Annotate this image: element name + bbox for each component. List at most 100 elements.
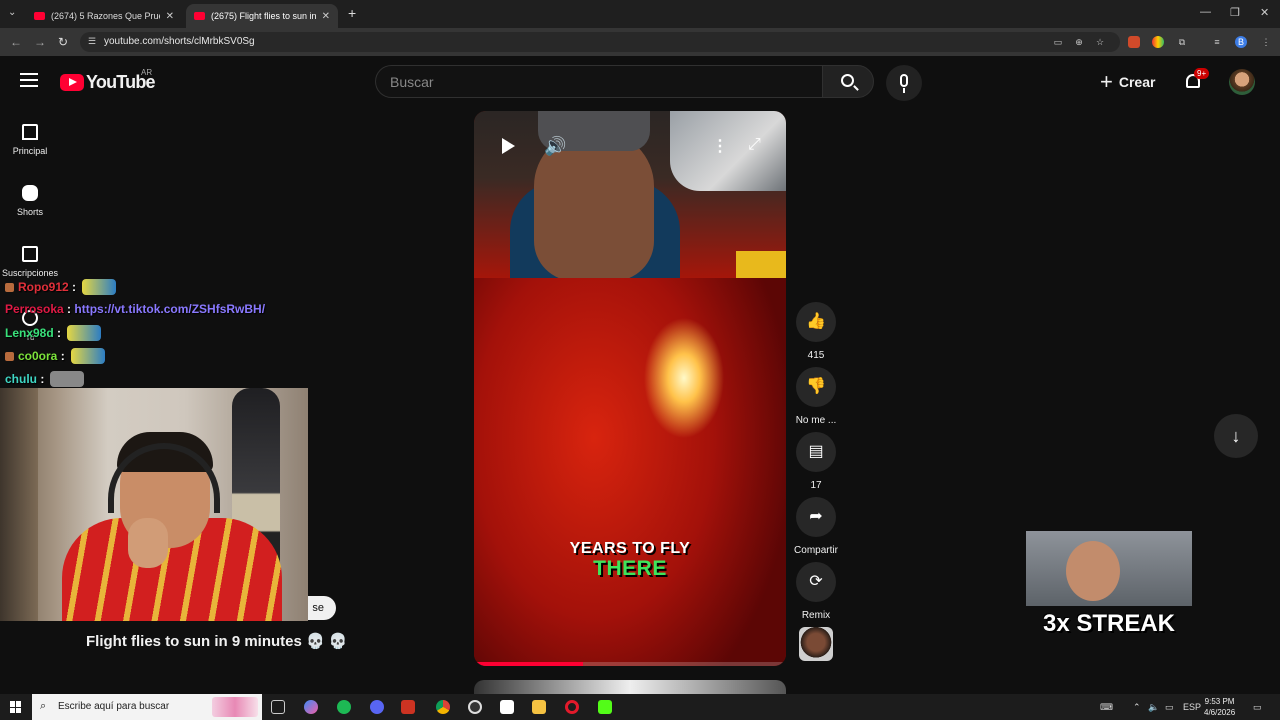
tab-close-icon[interactable]: ✕ xyxy=(322,11,330,22)
short-title: Flight flies to sun in 9 minutes 💀 💀 xyxy=(86,633,348,650)
opera-icon[interactable] xyxy=(565,700,579,714)
spotify-icon[interactable] xyxy=(337,700,351,714)
share-button[interactable]: ➦ Compartir xyxy=(794,497,838,556)
search-highlight-image xyxy=(212,697,258,717)
chat-message: Lenx98d : xyxy=(5,325,102,341)
address-bar-row: ← → ↻ ☰ youtube.com/shorts/clMrbkSV0Sg ▭… xyxy=(0,28,1280,56)
notification-center-icon[interactable]: ▭ xyxy=(1253,702,1262,713)
app-icon[interactable] xyxy=(500,700,514,714)
chat-username: Ropo912 xyxy=(18,280,69,294)
like-button[interactable]: 👍 415 xyxy=(794,302,838,361)
extensions-puzzle-icon[interactable]: ⧉ xyxy=(1176,36,1188,48)
progress-fill xyxy=(474,662,584,666)
forward-icon[interactable]: → xyxy=(34,35,46,49)
reading-list-icon[interactable]: ≡ xyxy=(1211,36,1223,48)
country-code: AR xyxy=(141,68,153,77)
network-icon[interactable]: ▭ xyxy=(1165,702,1174,713)
youtube-logo[interactable]: YouTube AR xyxy=(60,68,156,93)
tab-search-icon[interactable]: ⌄ xyxy=(8,7,16,18)
comment-count: 17 xyxy=(810,480,822,491)
search-box[interactable] xyxy=(375,65,823,98)
tray-expand-icon[interactable]: ⌃ xyxy=(1133,702,1141,713)
account-avatar[interactable] xyxy=(1229,69,1255,95)
streak-text: 3x STREAK xyxy=(1042,610,1176,637)
language-indicator[interactable]: ESP xyxy=(1183,702,1201,712)
menu-hamburger-icon[interactable] xyxy=(20,73,38,87)
like-count: 415 xyxy=(807,350,825,361)
sidebar-item-suscripciones[interactable]: Suscripciones xyxy=(0,246,60,278)
bookmark-star-icon[interactable]: ☆ xyxy=(1094,36,1106,48)
windows-start-icon[interactable] xyxy=(10,701,22,713)
create-label: Crear xyxy=(1118,74,1156,90)
streak-overlay-image xyxy=(1026,531,1192,606)
cast-icon[interactable]: ▭ xyxy=(1052,36,1064,48)
minimize-icon[interactable]: — xyxy=(1200,6,1211,18)
volume-icon[interactable]: 🔊 xyxy=(544,136,566,157)
extension-red-icon[interactable] xyxy=(1128,36,1140,48)
chat-username: co0ora xyxy=(18,349,58,363)
browser-tab-1[interactable]: (2674) 5 Razones Que Prueban ✕ xyxy=(26,4,182,28)
more-options-icon[interactable]: ⋮ xyxy=(712,136,728,156)
chat-badge-icon xyxy=(5,351,14,361)
search-button[interactable] xyxy=(822,65,874,98)
chat-link[interactable]: https://vt.tiktok.com/ZSHfsRwBH/ xyxy=(74,302,265,316)
site-info-icon[interactable]: ☰ xyxy=(88,36,96,47)
remix-label: Remix xyxy=(801,610,831,621)
plus-icon: + xyxy=(1100,69,1113,94)
clock-date: 4/6/2026 xyxy=(1204,708,1236,717)
fullscreen-icon[interactable]: ⤢ xyxy=(748,136,761,154)
kick-icon[interactable] xyxy=(598,700,612,714)
sidebar-item-label: Principal xyxy=(12,146,48,156)
remix-button[interactable]: ⟳ Remix xyxy=(794,562,838,621)
video-progress-bar[interactable] xyxy=(474,662,786,666)
tab-close-icon[interactable]: ✕ xyxy=(166,11,174,22)
browser-menu-icon[interactable]: ⋮ xyxy=(1260,36,1272,48)
keyboard-icon[interactable]: ⌨ xyxy=(1100,702,1113,713)
window-close-icon[interactable]: ✕ xyxy=(1260,6,1269,19)
browser-tab-2-active[interactable]: (2675) Flight flies to sun in 9 m ✕ xyxy=(186,4,338,28)
shorts-video-player[interactable]: 🔊 ⋮ ⤢ YEARS TO FLY THERE xyxy=(474,111,786,666)
next-video-arrow-icon[interactable]: ↓ xyxy=(1214,414,1258,458)
media-app-icon[interactable] xyxy=(401,700,415,714)
channel-avatar[interactable] xyxy=(799,627,833,661)
chat-message: co0ora : xyxy=(5,348,105,364)
dislike-button[interactable]: 👎 No me ... xyxy=(794,367,838,426)
chat-username: Lenx98d xyxy=(5,326,54,340)
chat-emote xyxy=(67,325,102,341)
share-icon: ➦ xyxy=(796,497,836,537)
sidebar-item-shorts[interactable]: Shorts xyxy=(0,185,60,217)
chat-badge-icon xyxy=(5,282,14,292)
task-view-icon[interactable] xyxy=(271,700,285,714)
file-explorer-icon[interactable] xyxy=(532,700,546,714)
zoom-icon[interactable]: ⊕ xyxy=(1073,36,1085,48)
youtube-favicon-icon xyxy=(34,12,45,20)
create-button[interactable]: + Crear xyxy=(1100,69,1156,94)
volume-tray-icon[interactable]: 🔈 xyxy=(1148,702,1159,713)
new-tab-icon[interactable]: + xyxy=(348,5,356,21)
comments-button[interactable]: ▤ 17 xyxy=(794,432,838,491)
extension-color-icon[interactable] xyxy=(1152,36,1164,48)
shorts-icon xyxy=(22,185,38,201)
copilot-icon[interactable] xyxy=(304,700,318,714)
taskbar-search-placeholder: Escribe aquí para buscar xyxy=(58,701,170,712)
back-icon[interactable]: ← xyxy=(10,35,22,49)
play-icon[interactable] xyxy=(498,136,518,156)
search-input[interactable] xyxy=(390,74,810,90)
chrome-icon[interactable] xyxy=(436,700,450,714)
restore-icon[interactable]: ❐ xyxy=(1230,6,1240,19)
tab-title: (2675) Flight flies to sun in 9 m xyxy=(211,11,316,21)
profile-icon[interactable]: B xyxy=(1235,36,1247,48)
next-short-preview[interactable] xyxy=(474,680,786,694)
taskbar-clock[interactable]: 9:53 PM 4/6/2026 xyxy=(1204,696,1235,718)
taskbar-search-box[interactable]: ⌕ Escribe aquí para buscar xyxy=(32,694,262,720)
sidebar-item-principal[interactable]: Principal xyxy=(0,124,60,156)
url-field[interactable]: ☰ youtube.com/shorts/clMrbkSV0Sg xyxy=(80,32,1120,52)
reload-icon[interactable]: ↻ xyxy=(58,35,68,49)
voice-search-button[interactable] xyxy=(886,65,922,101)
clock-time: 9:53 PM xyxy=(1204,697,1235,706)
discord-icon[interactable] xyxy=(370,700,384,714)
youtube-play-logo-icon xyxy=(60,74,84,91)
home-icon xyxy=(22,124,38,140)
chat-emote xyxy=(50,371,85,387)
obs-icon[interactable] xyxy=(468,700,482,714)
